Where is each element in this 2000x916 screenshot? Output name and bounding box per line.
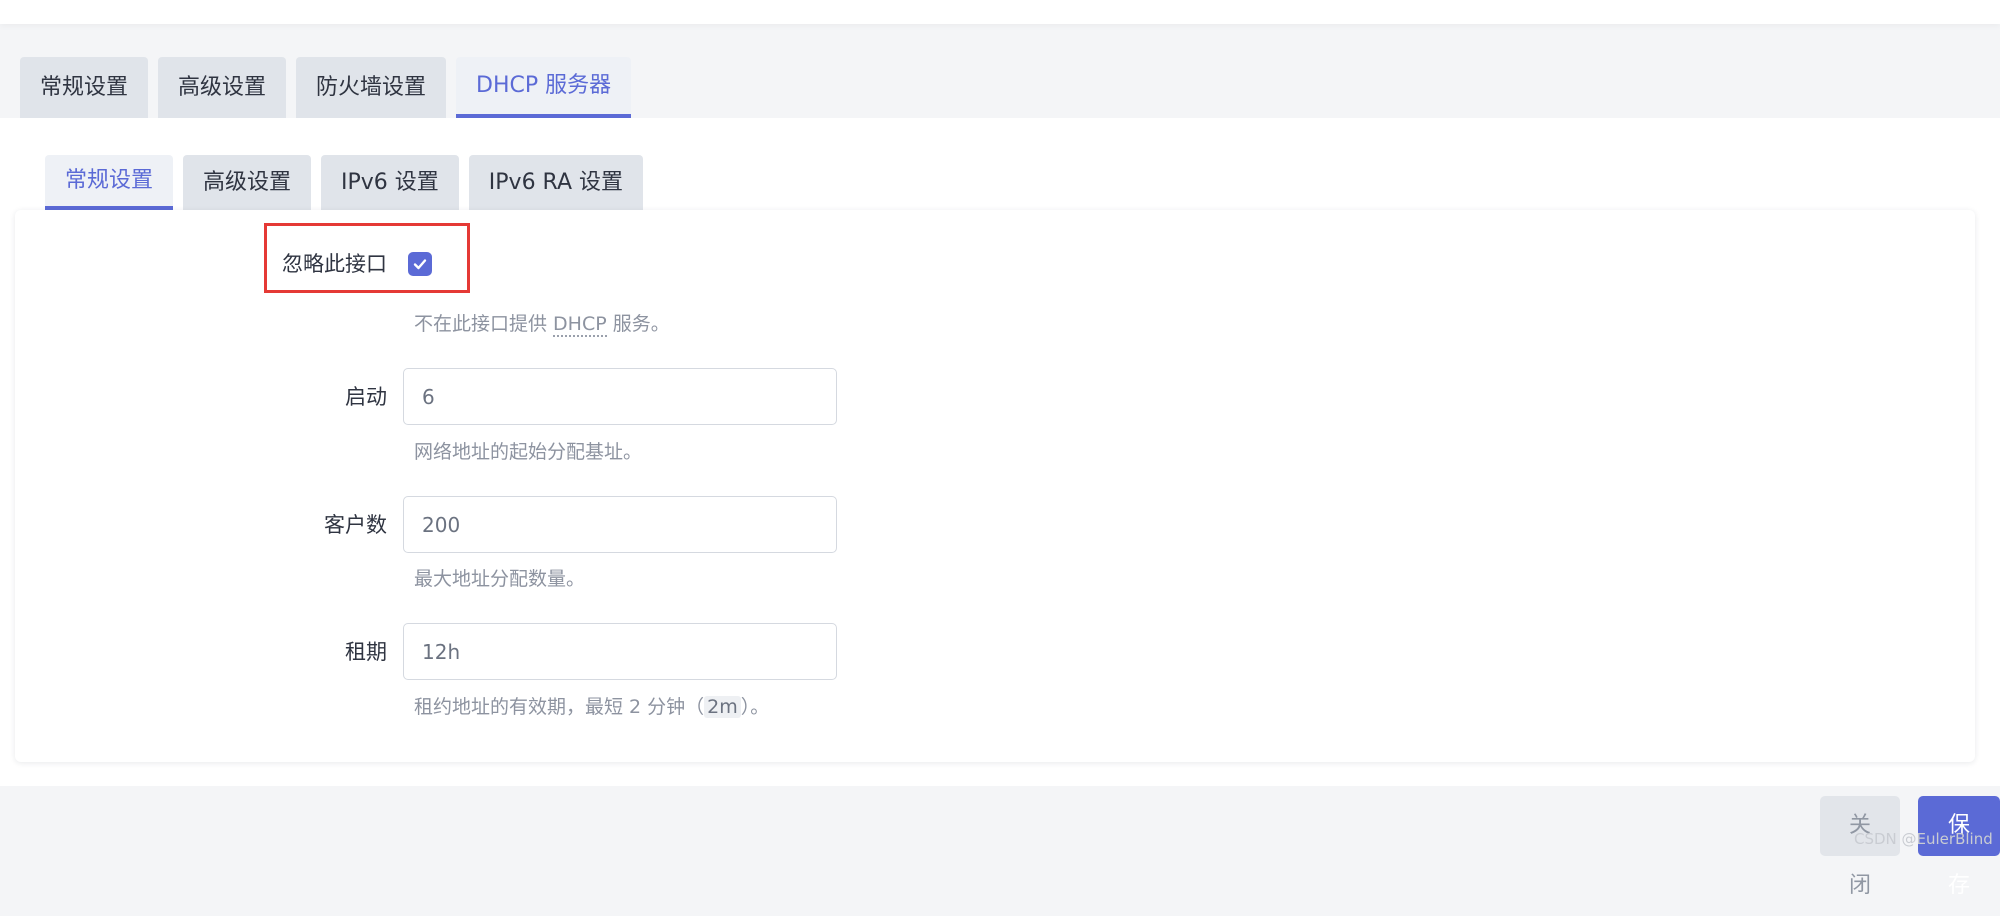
limit-help: 最大地址分配数量。: [414, 568, 586, 590]
watermark: CSDN @EulerBlind: [1854, 830, 1993, 848]
subtab-advanced[interactable]: 高级设置: [183, 155, 312, 210]
tab-firewall-settings[interactable]: 防火墙设置: [296, 57, 447, 118]
limit-label: 客户数: [324, 513, 387, 537]
inner-tab-bar: 常规设置 高级设置 IPv6 设置 IPv6 RA 设置: [45, 155, 643, 210]
leasetime-input[interactable]: [403, 623, 837, 680]
start-input[interactable]: [403, 368, 837, 425]
limit-input[interactable]: [403, 496, 837, 553]
highlight-box: [264, 223, 470, 293]
leasetime-help: 租约地址的有效期，最短 2 分钟（ 2m）。: [414, 696, 770, 718]
tab-general-settings[interactable]: 常规设置: [20, 57, 149, 118]
outer-tab-bar: 常规设置 高级设置 防火墙设置 DHCP 服务器: [20, 57, 632, 118]
min-lease-code: 2m: [704, 696, 741, 718]
dhcp-abbr: DHCP: [553, 313, 607, 337]
tab-advanced-settings[interactable]: 高级设置: [158, 57, 287, 118]
start-help: 网络地址的起始分配基址。: [414, 441, 643, 463]
tab-dhcp-server[interactable]: DHCP 服务器: [456, 57, 632, 118]
leasetime-label: 租期: [345, 640, 387, 664]
subtab-ipv6[interactable]: IPv6 设置: [321, 155, 459, 210]
top-bar: [0, 0, 2000, 24]
start-label: 启动: [345, 385, 387, 409]
ignore-interface-help: 不在此接口提供 DHCP 服务。: [414, 313, 670, 337]
subtab-ipv6-ra[interactable]: IPv6 RA 设置: [468, 155, 643, 210]
subtab-general[interactable]: 常规设置: [45, 155, 174, 210]
